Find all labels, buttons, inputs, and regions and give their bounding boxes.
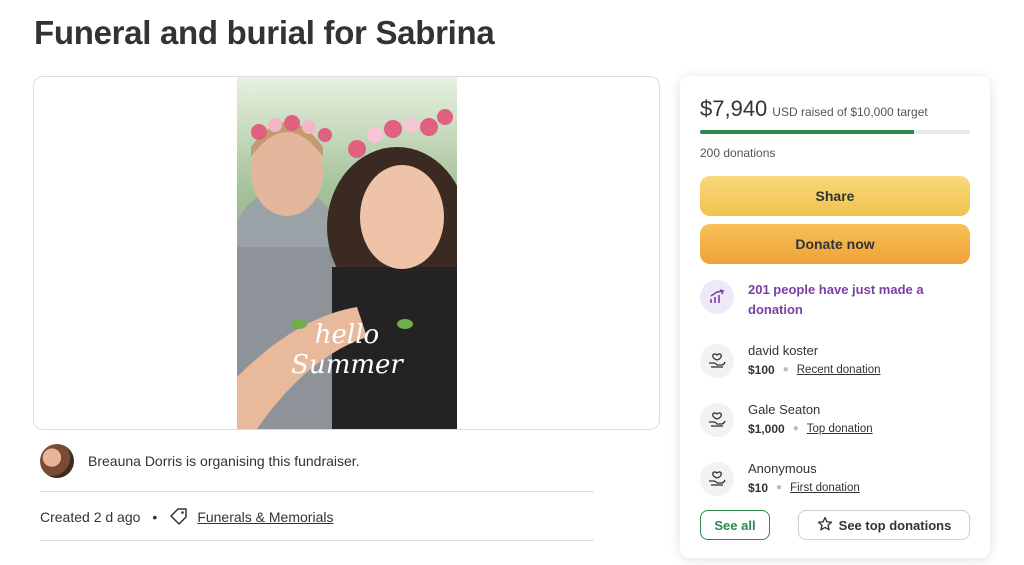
photo-overlay-text-1: hello xyxy=(315,320,379,350)
amount-raised: $7,940 xyxy=(700,96,768,121)
star-icon xyxy=(817,516,833,535)
donor-name: Gale Seaton xyxy=(748,402,821,417)
separator-dot: ● xyxy=(792,423,799,434)
separator-dot: ● xyxy=(782,364,789,375)
see-top-donations-button[interactable]: See top donations xyxy=(798,510,970,540)
donor-item: david koster $100 ● Recent donation xyxy=(700,342,881,380)
trend-text: 201 people have just made a donation xyxy=(748,282,924,317)
divider-top xyxy=(40,491,594,492)
category-link[interactable]: Funerals & Memorials xyxy=(197,509,333,525)
share-button[interactable]: Share xyxy=(700,176,970,216)
separator-dot: ● xyxy=(776,482,783,493)
donor-tag-link[interactable]: Recent donation xyxy=(797,360,881,380)
donation-hand-icon xyxy=(700,403,734,437)
organiser-avatar[interactable] xyxy=(40,444,74,478)
fundraiser-photo: hello Summer xyxy=(237,77,457,429)
donor-amount: $1,000 xyxy=(748,422,785,436)
trend-up-icon xyxy=(700,280,734,314)
donation-hand-icon xyxy=(700,462,734,496)
see-top-donations-label: See top donations xyxy=(838,517,952,533)
donor-name: Anonymous xyxy=(748,461,817,476)
created-text: Created 2 d ago xyxy=(40,509,141,525)
organiser-row: Breauna Dorris is organising this fundra… xyxy=(40,444,360,478)
donation-card: $7,940 USD raised of $10,000 target 200 … xyxy=(680,76,990,558)
organiser-text: Breauna Dorris is organising this fundra… xyxy=(88,453,360,469)
meta-separator: • xyxy=(152,509,158,525)
divider-bottom xyxy=(40,540,594,541)
donor-name: david koster xyxy=(748,343,819,358)
page-title: Funeral and burial for Sabrina xyxy=(34,14,495,51)
donor-item: Anonymous $10 ● First donation xyxy=(700,460,860,498)
raised-target-text: USD raised of $10,000 target xyxy=(772,105,928,119)
donate-now-button[interactable]: Donate now xyxy=(700,224,970,264)
photo-overlay-text-2: Summer xyxy=(291,350,404,380)
see-all-button[interactable]: See all xyxy=(700,510,770,540)
see-all-label: See all xyxy=(714,517,756,533)
donor-amount: $100 xyxy=(748,363,775,377)
donor-tag-link[interactable]: Top donation xyxy=(807,419,873,439)
fundraiser-media: hello Summer xyxy=(33,76,660,430)
donor-item: Gale Seaton $1,000 ● Top donation xyxy=(700,401,873,439)
donation-count: 200 donations xyxy=(700,146,776,160)
amount-row: $7,940 USD raised of $10,000 target xyxy=(700,96,928,122)
donor-amount: $10 xyxy=(748,481,769,495)
tag-icon xyxy=(169,507,189,527)
donation-trend: 201 people have just made a donation xyxy=(700,280,948,320)
progress-bar xyxy=(700,130,970,134)
donation-hand-icon xyxy=(700,344,734,378)
donor-tag-link[interactable]: First donation xyxy=(790,478,860,498)
progress-fill xyxy=(700,130,915,134)
fundraiser-meta: Created 2 d ago • Funerals & Memorials xyxy=(40,507,333,527)
